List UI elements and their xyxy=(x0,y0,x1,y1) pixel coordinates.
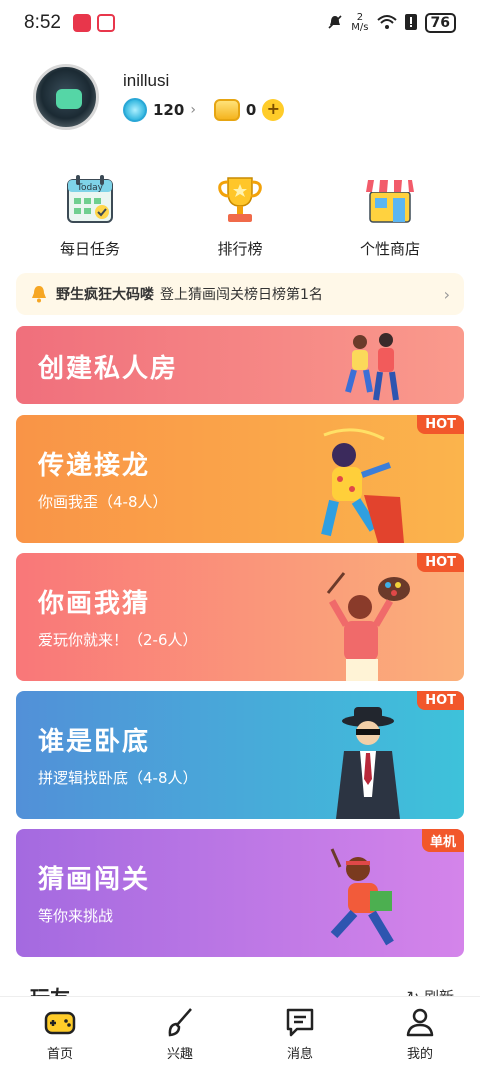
nav-interests[interactable]: 兴趣 xyxy=(120,997,240,1066)
mode-subtitle: 你画我歪（4-8人） xyxy=(38,493,168,511)
hot-badge: HOT xyxy=(417,691,464,710)
mode-title: 传递接龙 xyxy=(38,451,151,481)
add-coins-button[interactable]: + xyxy=(262,99,285,121)
nav-messages[interactable]: 消息 xyxy=(240,997,360,1066)
hot-badge: HOT xyxy=(417,553,464,572)
chevron-right-icon: › xyxy=(190,102,196,118)
message-icon xyxy=(283,1005,317,1039)
coin-balance[interactable]: 0 + xyxy=(213,97,285,123)
running-boy-illustration xyxy=(330,848,394,946)
tool-shop[interactable]: 个性商店 xyxy=(320,172,460,259)
brush-icon xyxy=(163,1005,197,1039)
gem-balance[interactable]: 120 › xyxy=(123,97,196,123)
coin-count: 0 xyxy=(245,101,257,119)
tool-label: 个性商店 xyxy=(359,240,420,258)
mode-title: 你画我猜 xyxy=(38,589,151,619)
artist-girl-illustration xyxy=(326,572,410,681)
nav-label: 兴趣 xyxy=(166,1047,193,1062)
bell-icon xyxy=(30,285,48,303)
mode-title: 谁是卧底 xyxy=(38,727,151,757)
video-app-notification-icon xyxy=(96,14,115,32)
chevron-right-icon: › xyxy=(443,284,450,304)
status-bar: 8:52 2 M/s 76 xyxy=(0,0,480,46)
quick-tools: Today 每日任务 排行榜 个性商店 xyxy=(20,172,460,259)
tool-label: 排行榜 xyxy=(217,240,263,258)
announcement-bar[interactable]: 野生疯狂大码喽 登上猜画闯关榜日榜第1名 › xyxy=(16,273,464,315)
painter-girl-illustration xyxy=(321,428,404,543)
nav-label: 我的 xyxy=(406,1047,433,1062)
wifi-icon xyxy=(376,14,397,33)
tool-daily-tasks[interactable]: Today 每日任务 xyxy=(20,172,160,259)
offline-badge: 单机 xyxy=(421,829,464,852)
tool-leaderboard[interactable]: 排行榜 xyxy=(170,172,310,259)
shop-icon xyxy=(362,172,418,228)
trophy-icon xyxy=(212,172,268,228)
mode-subtitle: 拼逻辑找卧底（4-8人） xyxy=(38,769,198,787)
mute-icon xyxy=(327,14,343,33)
mode-title: 创建私人房 xyxy=(38,354,179,384)
tool-label: 每日任务 xyxy=(59,240,120,258)
bottom-nav: 首页 兴趣 消息 我的 xyxy=(0,996,480,1066)
alert-icon xyxy=(404,13,417,33)
network-speed: 2 M/s xyxy=(351,12,369,33)
announcement-text: 登上猜画闯关榜日榜第1名 xyxy=(160,287,323,303)
mode-title: 猜画闯关 xyxy=(38,865,151,895)
mode-card-level-challenge[interactable]: 单机 猜画闯关 等你来挑战 xyxy=(16,829,464,957)
profile-icon xyxy=(403,1005,437,1039)
app-notification-icon xyxy=(72,14,91,32)
clock: 8:52 xyxy=(24,12,61,33)
nav-label: 首页 xyxy=(46,1047,73,1062)
mode-card-draw-guess[interactable]: HOT 你画我猜 爱玩你就来！（2-6人） xyxy=(16,553,464,681)
username: inillusi xyxy=(123,71,170,90)
coin-icon xyxy=(213,99,240,121)
nav-profile[interactable]: 我的 xyxy=(360,997,480,1066)
mode-card-undercover[interactable]: HOT 谁是卧底 拼逻辑找卧底（4-8人） xyxy=(16,691,464,819)
mode-card-relay[interactable]: HOT 传递接龙 你画我歪（4-8人） xyxy=(16,415,464,543)
announcement-user: 野生疯狂大码喽 xyxy=(56,287,154,303)
mode-card-private-room[interactable]: 创建私人房 xyxy=(16,326,464,404)
svg-text:Today: Today xyxy=(76,183,104,193)
profile-header: inillusi 120 › 0 + xyxy=(33,62,453,132)
calendar-today-icon: Today xyxy=(62,172,118,228)
mode-subtitle: 等你来挑战 xyxy=(38,907,114,925)
hot-badge: HOT xyxy=(417,415,464,434)
gem-count: 120 xyxy=(153,101,185,119)
gem-icon xyxy=(123,98,147,122)
nav-label: 消息 xyxy=(286,1047,313,1062)
avatar[interactable] xyxy=(33,64,99,130)
spy-man-illustration xyxy=(336,707,400,819)
dancing-couple-illustration xyxy=(345,333,399,401)
nav-home[interactable]: 首页 xyxy=(0,997,120,1066)
mode-subtitle: 爱玩你就来！（2-6人） xyxy=(38,631,198,649)
battery-level: 76 xyxy=(424,13,456,33)
gamepad-icon xyxy=(43,1005,77,1039)
